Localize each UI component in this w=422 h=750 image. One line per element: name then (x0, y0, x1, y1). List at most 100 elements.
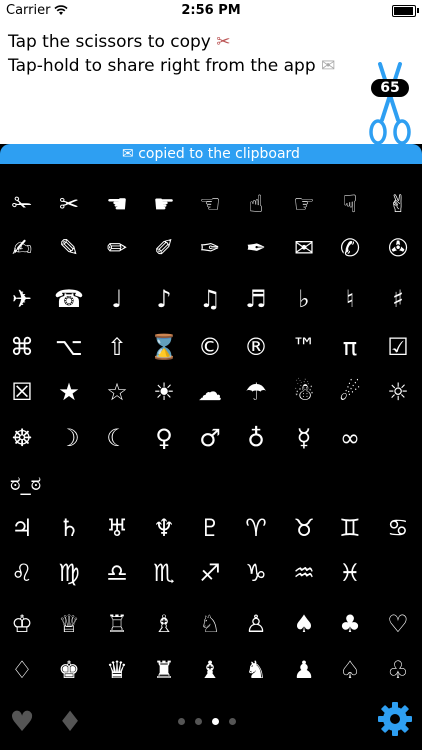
symbol-cell[interactable]: ☂ (234, 370, 278, 414)
symbol-cell[interactable]: ☸ (0, 416, 44, 460)
symbol-cell[interactable]: ♮ (328, 277, 372, 321)
symbol-cell[interactable]: ⌥ (47, 325, 91, 369)
symbol-cell[interactable]: ✇ (376, 226, 420, 270)
symbol-cell[interactable]: ♟ (282, 648, 326, 692)
symbol-cell[interactable]: ♜ (142, 648, 186, 692)
symbol-cell[interactable]: ♓ (328, 551, 372, 595)
symbol-cell[interactable]: ♗ (142, 602, 186, 646)
symbol-cell[interactable]: ☎ (47, 277, 91, 321)
symbol-cell[interactable]: ☛ (142, 182, 186, 226)
symbol-cell[interactable]: ★ (47, 370, 91, 414)
symbol-cell[interactable]: ♛ (95, 648, 139, 692)
symbol-cell[interactable]: ⇧ (95, 325, 139, 369)
symbol-cell[interactable]: ☜ (188, 182, 232, 226)
symbol-cell[interactable]: ☀ (142, 370, 186, 414)
symbol-cell[interactable]: ♒ (282, 551, 326, 595)
symbol-cell[interactable]: ♏ (142, 551, 186, 595)
page-dot[interactable] (178, 718, 185, 725)
symbol-cell[interactable]: ☚ (95, 182, 139, 226)
symbol-cell[interactable]: ☽ (47, 416, 91, 460)
symbol-cell[interactable]: ♈ (234, 506, 278, 550)
symbol-cell[interactable]: ♪ (142, 277, 186, 321)
symbol-cell[interactable]: ♁ (234, 416, 278, 460)
symbol-cell[interactable]: ♙ (234, 602, 278, 646)
symbol-cell[interactable]: ♝ (188, 648, 232, 692)
symbol-cell[interactable]: ♩ (95, 277, 139, 321)
symbol-cell[interactable]: ⌛ (142, 325, 186, 369)
symbol-cell[interactable]: ♖ (95, 602, 139, 646)
symbol-cell[interactable]: ✌ (376, 182, 420, 226)
symbol-cell[interactable]: ☿ (282, 416, 326, 460)
symbol-cell[interactable]: ☑ (376, 325, 420, 369)
symbol-cell[interactable]: ☒ (0, 370, 44, 414)
symbol-cell[interactable]: ✑ (188, 226, 232, 270)
symbol-cell[interactable]: ✁ (0, 182, 44, 226)
symbol-cell[interactable]: ✐ (142, 226, 186, 270)
symbol-cell[interactable]: ☾ (95, 416, 139, 460)
symbol-cell[interactable]: ♧ (376, 648, 420, 692)
symbol-cell[interactable]: ™ (282, 325, 326, 369)
symbol-cell[interactable]: π (328, 325, 372, 369)
symbol-cell[interactable]: ♅ (95, 506, 139, 550)
symbol-cell[interactable]: ♋ (376, 506, 420, 550)
symbol-cell[interactable]: ♔ (0, 602, 44, 646)
symbol-cell[interactable]: ☟ (328, 182, 372, 226)
symbol-cell[interactable]: ♚ (47, 648, 91, 692)
symbol-cell[interactable]: ✒ (234, 226, 278, 270)
symbol-cell[interactable]: ♄ (47, 506, 91, 550)
diamond-icon[interactable]: ♦ (52, 704, 88, 740)
symbol-cell[interactable]: ♂ (188, 416, 232, 460)
symbol-cell[interactable]: ☃ (282, 370, 326, 414)
symbol-cell[interactable]: ♬ (234, 277, 278, 321)
symbol-cell[interactable]: ✏ (95, 226, 139, 270)
symbol-cell[interactable]: ♭ (282, 277, 326, 321)
symbol-cell[interactable]: ♯ (376, 277, 420, 321)
instruction-share: Tap-hold to share right from the app (8, 56, 316, 76)
symbol-cell[interactable]: ✉ (282, 226, 326, 270)
gear-icon[interactable] (376, 700, 414, 738)
scissors-copy-button[interactable] (368, 62, 412, 148)
symbol-cell[interactable]: ♆ (142, 506, 186, 550)
symbol-cell[interactable]: ♞ (234, 648, 278, 692)
symbol-cell[interactable]: ♇ (188, 506, 232, 550)
symbol-cell[interactable]: ♕ (47, 602, 91, 646)
symbol-cell[interactable]: ♎ (95, 551, 139, 595)
page-dot[interactable] (229, 718, 236, 725)
symbol-cell[interactable]: ಠ_ಠ (0, 461, 90, 505)
symbol-cell[interactable]: ☞ (282, 182, 326, 226)
symbol-cell[interactable]: ♡ (376, 602, 420, 646)
symbol-cell[interactable]: ✎ (47, 226, 91, 270)
symbol-cell[interactable]: ♌ (0, 551, 44, 595)
symbol-cell[interactable]: ☼ (376, 370, 420, 414)
symbol-cell[interactable]: ♠ (282, 602, 326, 646)
symbol-cell[interactable]: ♣ (328, 602, 372, 646)
symbol-cell[interactable]: ♑ (234, 551, 278, 595)
heart-icon[interactable]: ♥ (4, 704, 40, 740)
symbol-cell[interactable]: ✍ (0, 226, 44, 270)
symbol-cell[interactable]: ♘ (188, 602, 232, 646)
symbol-cell[interactable]: ✈ (0, 277, 44, 321)
symbol-cell[interactable]: ☝ (234, 182, 278, 226)
symbol-cell[interactable]: ♀ (142, 416, 186, 460)
page-indicator[interactable] (178, 718, 236, 725)
scissors-emoji-icon: ✂ (216, 32, 231, 52)
symbol-cell[interactable]: © (188, 325, 232, 369)
symbol-cell[interactable]: ♉ (282, 506, 326, 550)
page-dot[interactable] (212, 718, 219, 725)
symbol-cell[interactable]: ♤ (328, 648, 372, 692)
page-dot[interactable] (195, 718, 202, 725)
symbol-cell[interactable]: ♐ (188, 551, 232, 595)
symbol-cell[interactable]: ♢ (0, 648, 44, 692)
symbol-cell[interactable]: ∞ (328, 416, 372, 460)
symbol-cell[interactable]: ♃ (0, 506, 44, 550)
symbol-cell[interactable]: ☆ (95, 370, 139, 414)
symbol-cell[interactable]: ☄ (328, 370, 372, 414)
symbol-cell[interactable]: ⌘ (0, 325, 44, 369)
symbol-cell[interactable]: ☁ (188, 370, 232, 414)
symbol-cell[interactable]: ® (234, 325, 278, 369)
symbol-cell[interactable]: ✂ (47, 182, 91, 226)
symbol-cell[interactable]: ♍ (47, 551, 91, 595)
symbol-cell[interactable]: ✆ (328, 226, 372, 270)
symbol-cell[interactable]: ♊ (328, 506, 372, 550)
symbol-cell[interactable]: ♫ (188, 277, 232, 321)
